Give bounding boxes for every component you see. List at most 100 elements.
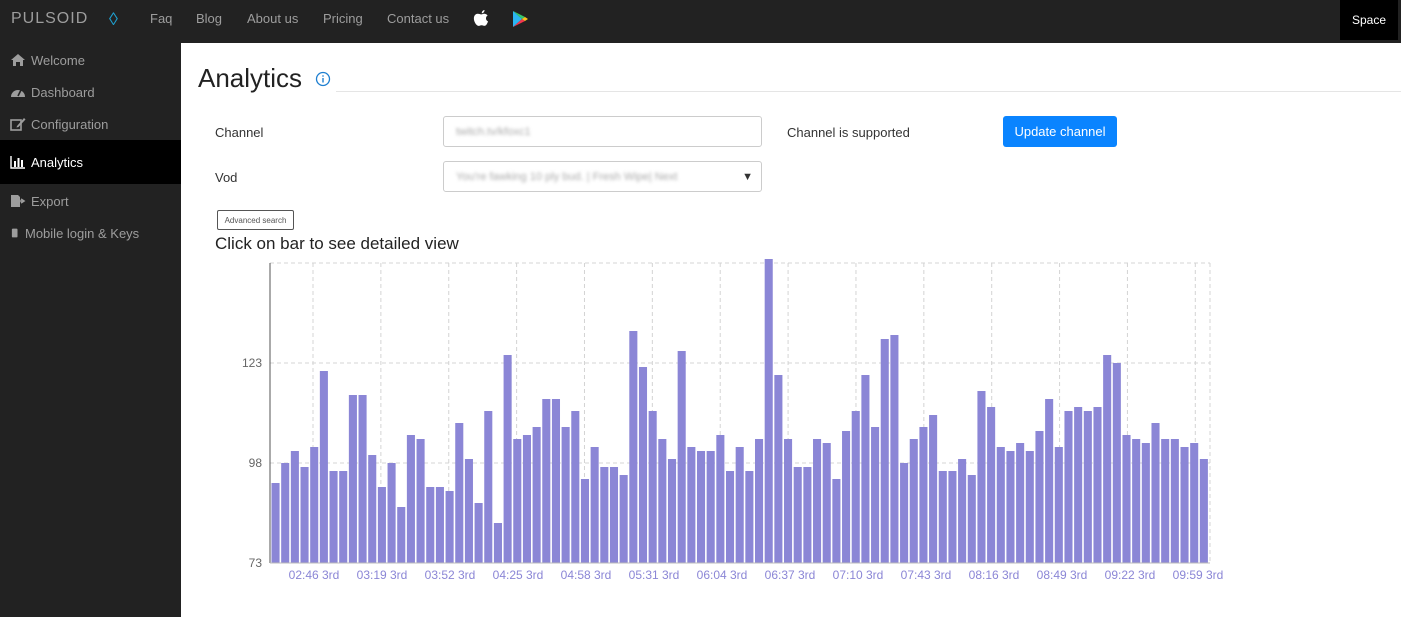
chart-bar[interactable] (813, 439, 822, 563)
chart-bar[interactable] (348, 395, 357, 563)
chart-bar[interactable] (793, 467, 802, 563)
chart-bar[interactable] (1025, 451, 1034, 563)
chart-bar[interactable] (977, 391, 986, 563)
chart-bar[interactable] (455, 423, 464, 563)
sidebar-item-export[interactable]: Export (0, 185, 181, 217)
chart-bar[interactable] (271, 483, 280, 563)
chart-bar[interactable] (658, 439, 667, 563)
chart-bar[interactable] (842, 431, 851, 563)
nav-link-faq[interactable]: Faq (150, 11, 172, 26)
chart-bar[interactable] (532, 427, 541, 563)
chart-bar[interactable] (339, 471, 348, 563)
chart-bar[interactable] (687, 447, 696, 563)
chart-bar[interactable] (938, 471, 947, 563)
brand-logo[interactable]: PULSOID (11, 10, 88, 28)
chart-bar[interactable] (1170, 439, 1179, 563)
chart-bar[interactable] (571, 411, 580, 563)
chart-bar[interactable] (1045, 399, 1054, 563)
chart-bar[interactable] (1035, 431, 1044, 563)
chart-bar[interactable] (871, 427, 880, 563)
space-button[interactable]: Space (1340, 0, 1398, 40)
chart-bar[interactable] (377, 487, 386, 563)
chart-bar[interactable] (725, 471, 735, 563)
chart-bar[interactable] (426, 487, 435, 563)
chart-bar[interactable] (706, 451, 715, 563)
chart-bar[interactable] (1151, 423, 1160, 563)
sidebar-item-analytics[interactable]: Analytics (0, 140, 181, 184)
google-play-icon[interactable] (511, 10, 529, 28)
chart-bar[interactable] (397, 507, 406, 563)
chart-bar[interactable] (368, 455, 377, 563)
chart-bar[interactable] (677, 351, 686, 563)
chart-bar[interactable] (1190, 443, 1199, 563)
chart-bar[interactable] (900, 463, 909, 563)
chart-bar[interactable] (600, 467, 609, 563)
chart-bar[interactable] (1093, 407, 1102, 563)
chart-bar[interactable] (1083, 411, 1092, 563)
chart-bar[interactable] (387, 463, 396, 563)
chart-bar[interactable] (716, 435, 725, 563)
chart-bar[interactable] (696, 451, 706, 563)
chart-bar[interactable] (493, 523, 502, 563)
sidebar-item-welcome[interactable]: Welcome (0, 44, 181, 76)
chart-bar[interactable] (822, 443, 831, 563)
chart-bar[interactable] (435, 487, 444, 563)
chart-bar[interactable] (1074, 407, 1083, 563)
chart-bar[interactable] (1103, 355, 1112, 563)
chart-bar[interactable] (609, 467, 619, 563)
chart-bar[interactable] (996, 447, 1005, 563)
nav-link-pricing[interactable]: Pricing (323, 11, 363, 26)
chart-bar[interactable] (832, 479, 841, 563)
chart-bar[interactable] (667, 459, 677, 563)
chart-bar[interactable] (774, 375, 783, 563)
chart-bar[interactable] (638, 367, 648, 563)
chart-bar[interactable] (629, 331, 638, 563)
nav-link-blog[interactable]: Blog (196, 11, 222, 26)
chart-bar[interactable] (474, 503, 483, 563)
nav-link-about[interactable]: About us (247, 11, 298, 26)
chart-bar[interactable] (464, 459, 473, 563)
chart-bar[interactable] (967, 475, 976, 563)
chart-bar[interactable] (445, 491, 454, 563)
chart-bar[interactable] (861, 375, 870, 563)
chart-bar[interactable] (1180, 447, 1189, 563)
sidebar-item-dashboard[interactable]: Dashboard (0, 76, 181, 108)
chart-bar[interactable] (590, 447, 599, 563)
chart-bar[interactable] (503, 355, 512, 563)
chart-bar[interactable] (484, 411, 493, 563)
chart-bar[interactable] (987, 407, 996, 563)
nav-link-contact[interactable]: Contact us (387, 11, 449, 26)
chart-bar[interactable] (513, 439, 522, 563)
chart-bar[interactable] (522, 435, 531, 563)
chart-bar[interactable] (281, 463, 290, 563)
chart-bar[interactable] (580, 479, 590, 563)
chart-bar[interactable] (561, 427, 570, 563)
chart-bar[interactable] (1054, 447, 1063, 563)
chart-bar[interactable] (619, 475, 628, 563)
chart-bar[interactable] (948, 471, 957, 563)
chart-bar[interactable] (1141, 443, 1150, 563)
chart-bar[interactable] (406, 435, 415, 563)
chart-bar[interactable] (648, 411, 657, 563)
chart-bar[interactable] (803, 467, 812, 563)
chart-bar[interactable] (851, 411, 860, 563)
chart-bar[interactable] (909, 439, 918, 563)
chart-bar[interactable] (764, 259, 773, 563)
chart-bar[interactable] (1006, 451, 1015, 563)
chart-bar[interactable] (755, 439, 764, 563)
chart-bar[interactable] (416, 439, 425, 563)
chart-bar[interactable] (310, 447, 319, 563)
chart-bar[interactable] (542, 399, 551, 563)
chart-bar[interactable] (319, 371, 328, 563)
chart-bar[interactable] (1122, 435, 1131, 563)
chart-bar[interactable] (784, 439, 793, 563)
chart-bar[interactable] (1199, 459, 1208, 563)
chart-bar[interactable] (1132, 439, 1141, 563)
chart-bar[interactable] (290, 451, 299, 563)
analytics-bar-chart[interactable]: 73 98 123 02:46 3rd 03:19 3rd 03:52 3rd 04:25 … (181, 43, 1401, 617)
sidebar-item-mobile-login[interactable]: Mobile login & Keys (0, 217, 181, 249)
chart-bar[interactable] (551, 399, 561, 563)
apple-icon[interactable] (472, 9, 490, 29)
chart-bar[interactable] (919, 427, 928, 563)
chart-bar[interactable] (890, 335, 899, 563)
